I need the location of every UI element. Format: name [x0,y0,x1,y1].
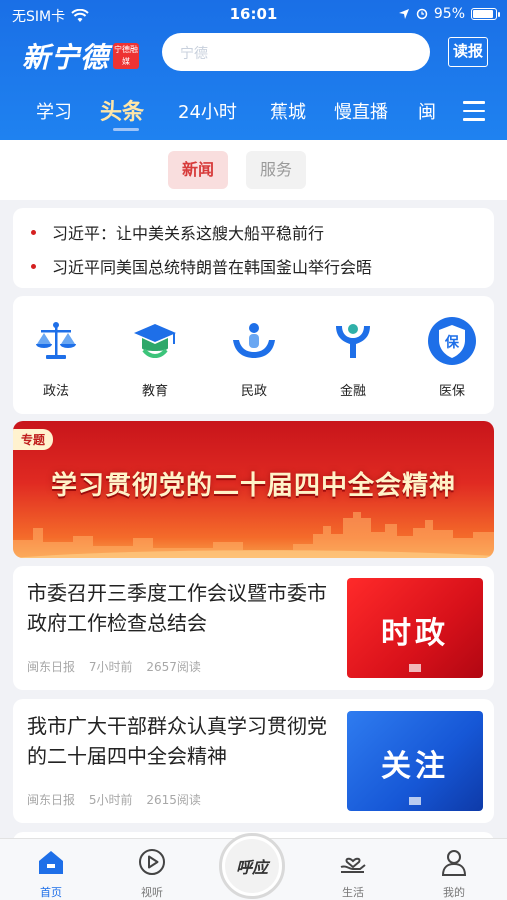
thumbnail-logo-icon [409,664,421,672]
article-card[interactable]: 我市广大干部群众认真学习贯彻党的二十届四中全会精神 闽东日报 5小时前 2615… [13,699,494,823]
tab-profile[interactable]: 我的 [424,847,484,900]
service-grid: 政法 教育 民政 金融 保 医保 [13,296,494,414]
article-title: 我市广大干部群众认真学习贯彻党的二十届四中全会精神 [27,714,327,768]
bullet-icon [31,264,36,269]
tab-video[interactable]: 视听 [122,847,182,900]
article-time: 5小时前 [88,793,133,807]
battery-icon [471,8,500,20]
article-reads: 2615阅读 [146,793,201,807]
thumbnail-text: 时政 [381,616,449,651]
tab-mindong[interactable]: 闽 [418,98,436,124]
svg-text:保: 保 [444,334,460,351]
logo-text: 新宁德 [22,41,110,74]
headline-item[interactable]: 习近平同美国总统特朗普在韩国釜山举行会晤 [31,254,372,278]
status-bar: 无SIM卡 16:01 95% [0,0,507,28]
active-tab-indicator [113,128,139,131]
service-civil-affairs[interactable]: 民政 [219,316,289,399]
location-arrow-icon [398,9,409,19]
service-education[interactable]: 教育 [120,316,190,399]
headline-list: 习近平：让中美关系这艘大船平稳前行 习近平同美国总统特朗普在韩国釜山举行会晤 [13,208,494,288]
hand-heart-icon [340,857,366,873]
banner-tag: 专题 [13,429,54,450]
thumbnail-logo-icon [409,797,421,805]
banner-title: 学习贯彻党的二十届四中全会精神 [50,471,456,501]
service-medical-insurance[interactable]: 保 医保 [417,316,487,399]
service-finance[interactable]: 金融 [318,316,388,399]
article-thumbnail: 关注 [347,711,483,811]
article-thumbnail: 时政 [347,578,483,678]
service-law[interactable]: 政法 [21,316,91,399]
menu-icon[interactable] [463,101,485,121]
read-newspaper-button[interactable]: 读报 [448,37,488,67]
finance-icon [336,324,370,358]
tab-home[interactable]: 首页 [21,847,81,900]
app-logo: 新宁德 宁德融媒 [22,36,140,76]
logo-seal: 宁德融媒 [113,43,140,69]
content-segment: 新闻 服务 [0,140,507,200]
segment-services[interactable]: 服务 [246,151,306,189]
tab-24h[interactable]: 24小时 [178,98,237,124]
article-time: 7小时前 [88,660,133,674]
search-input[interactable]: 宁德 [162,33,430,71]
article-source: 闽东日报 [27,793,76,807]
tab-slow-live[interactable]: 慢直播 [334,98,388,124]
article-title: 市委召开三季度工作会议暨市委市政府工作检查总结会 [27,581,327,635]
tab-study[interactable]: 学习 [36,98,72,124]
article-meta: 闽东日报 7小时前 2657阅读 [27,658,211,675]
alarm-icon [416,8,428,20]
tab-headlines[interactable]: 头条 [100,94,144,126]
article-reads: 2657阅读 [146,660,201,674]
scales-icon [36,322,76,359]
segment-news[interactable]: 新闻 [168,151,228,189]
article-meta: 闽东日报 5小时前 2615阅读 [27,791,211,808]
battery-percent: 95% [433,6,465,22]
app-header: 无SIM卡 16:01 95% 新宁德 宁德融媒 宁德 读报 学习 头条 24小… [0,0,507,140]
tab-life[interactable]: 生活 [323,847,383,900]
user-icon [441,850,467,876]
thumbnail-text: 关注 [381,749,449,784]
center-action-button[interactable]: 呼应 [219,833,285,899]
search-placeholder: 宁德 [180,46,208,62]
play-icon [139,849,165,875]
center-action-label: 呼应 [225,839,279,893]
article-source: 闽东日报 [27,660,76,674]
headline-item[interactable]: 习近平：让中美关系这艘大船平稳前行 [31,220,324,244]
topic-banner[interactable]: 专题 学习贯彻党的二十届四中全会精神 [13,421,494,558]
graduation-cap-icon [134,324,176,358]
article-card[interactable]: 市委召开三季度工作会议暨市委市政府工作检查总结会 闽东日报 7小时前 2657阅… [13,566,494,690]
shield-icon: 保 [428,317,476,365]
hands-people-icon [233,323,275,358]
home-icon [39,851,63,874]
skyline-graphic [13,512,494,558]
tab-jiaocheng[interactable]: 蕉城 [270,98,306,124]
bottom-tab-bar: 首页 视听 呼应 生活 我的 [0,833,507,900]
bullet-icon [31,230,36,235]
channel-nav: 学习 头条 24小时 蕉城 慢直播 闽 [0,92,507,132]
